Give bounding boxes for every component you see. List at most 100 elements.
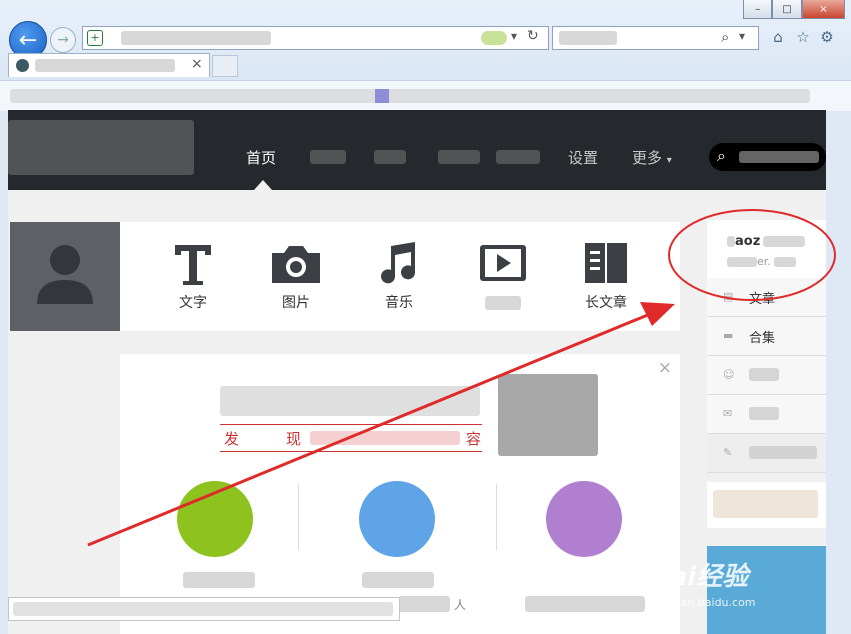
favorites-bar <box>0 80 851 111</box>
browser-tab[interactable]: × <box>8 53 210 77</box>
avatar[interactable] <box>10 222 120 331</box>
recommendation-card: × 发 现 容 人 <box>120 354 680 634</box>
refresh-icon[interactable]: ↻ <box>527 28 539 44</box>
headline-redacted <box>310 431 460 445</box>
search-icon[interactable]: ⌕ <box>721 28 729 46</box>
sidebar-item-label: 合集 <box>749 331 776 346</box>
people-icon: ☺ <box>723 368 735 381</box>
sidebar-item-collections[interactable]: ▬ 合集 <box>707 317 826 356</box>
search-placeholder-redacted <box>739 151 819 163</box>
nav-settings[interactable]: 设置 <box>568 147 598 168</box>
user-sidebar: aoz er. ▤ 文章 ▬ 合集 ☺ ✉ ✎ <box>707 220 826 473</box>
user-name: aoz <box>727 234 806 249</box>
close-window-button[interactable]: × <box>801 0 845 19</box>
search-dropdown-icon[interactable]: ▾ <box>739 29 745 43</box>
nav-home[interactable]: 首页 <box>246 147 276 168</box>
post-type-text[interactable]: 文字 <box>158 238 228 312</box>
caption-redacted <box>398 596 450 612</box>
user-sub-fragment: er. <box>757 255 771 268</box>
headline-fragment: 现 <box>286 430 302 448</box>
nav-item-redacted[interactable] <box>438 150 480 164</box>
security-shield-icon[interactable]: + <box>87 30 103 46</box>
nav-more[interactable]: 更多 ▾ <box>632 147 672 168</box>
card-headline: 发 现 容 <box>220 424 482 452</box>
maximize-button[interactable]: □ <box>772 0 802 19</box>
forward-arrow-icon[interactable]: → <box>50 27 76 53</box>
post-type-music[interactable]: 音乐 <box>364 238 434 312</box>
site-search-input[interactable]: ⌕ <box>709 143 826 171</box>
caption-redacted <box>525 596 645 612</box>
status-text-redacted <box>13 602 393 616</box>
video-play-icon <box>468 238 538 288</box>
headline-fragment: 容 <box>466 430 482 448</box>
close-tab-icon[interactable]: × <box>191 56 203 72</box>
post-type-label: 长文章 <box>585 295 627 311</box>
post-type-photo[interactable]: 图片 <box>261 238 331 312</box>
close-icon[interactable]: × <box>658 358 672 378</box>
browser-search-field[interactable]: ⌕ ▾ <box>552 26 759 50</box>
home-icon[interactable]: ⌂ <box>769 28 787 46</box>
favicon-icon <box>16 59 29 72</box>
post-type-label: 图片 <box>282 295 310 311</box>
status-bar <box>8 597 400 621</box>
divider <box>298 484 299 550</box>
sidebar-item-redacted-1[interactable]: ☺ <box>707 356 826 395</box>
qr-code-redacted <box>498 374 598 456</box>
post-type-label: 文字 <box>179 295 207 311</box>
tab-title-redacted <box>35 59 175 72</box>
widget-redacted <box>713 490 818 518</box>
purple-circle-icon[interactable] <box>546 481 622 557</box>
chevron-down-icon: ▾ <box>666 155 672 166</box>
sidebar-label-redacted <box>749 446 817 459</box>
user-info[interactable]: aoz er. <box>707 220 826 279</box>
dropdown-icon[interactable]: ▾ <box>511 29 517 43</box>
new-tab-button[interactable] <box>212 55 238 77</box>
post-type-video[interactable] <box>468 238 538 310</box>
post-type-long-article[interactable]: 长文章 <box>571 238 641 312</box>
favorite-item-icon[interactable] <box>375 89 389 103</box>
nav-more-label: 更多 <box>632 149 663 167</box>
top-navigation: 首页 设置 更多 ▾ ⌕ <box>8 110 826 190</box>
nav-item-redacted[interactable] <box>496 150 540 164</box>
divider <box>496 484 497 550</box>
camera-icon <box>261 238 331 288</box>
user-subtitle: er. <box>727 255 796 268</box>
search-engine-redacted <box>559 31 617 45</box>
music-note-icon <box>364 238 434 288</box>
favorites-redacted <box>10 89 810 103</box>
window-controls: – □ × <box>743 0 845 20</box>
nav-item-redacted[interactable] <box>374 150 406 164</box>
watermark-sub: jingyan.baidu.com <box>654 596 756 609</box>
post-type-bar: 文字 图片 音乐 长文章 <box>10 222 680 331</box>
address-bar[interactable]: + ▾ ↻ <box>82 26 549 50</box>
nav-item-redacted[interactable] <box>310 150 346 164</box>
sidebar-widget[interactable] <box>707 482 826 528</box>
caption-redacted <box>362 572 434 588</box>
compat-icon[interactable] <box>481 31 507 45</box>
caption-redacted <box>183 572 255 588</box>
site-logo-redacted[interactable] <box>8 120 194 175</box>
minimize-button[interactable]: – <box>743 0 773 19</box>
card-headline-redacted <box>220 386 480 416</box>
sidebar-item-label: 文章 <box>749 292 776 307</box>
post-type-label-redacted <box>485 296 521 310</box>
sidebar-label-redacted <box>749 368 779 381</box>
sidebar-item-articles[interactable]: ▤ 文章 <box>707 278 826 317</box>
browser-chrome: – □ × ← → + ▾ ↻ ⌕ ▾ ⌂ ☆ ⚙ × <box>0 0 851 111</box>
favorites-star-icon[interactable]: ☆ <box>794 28 812 46</box>
long-article-icon <box>571 238 641 288</box>
headline-fragment: 发 <box>224 430 240 448</box>
watermark-text: Bai经验 <box>650 562 749 592</box>
address-url-redacted <box>121 31 271 45</box>
blue-circle-icon[interactable] <box>359 481 435 557</box>
sidebar-label-redacted <box>749 407 779 420</box>
sidebar-item-redacted-3[interactable]: ✎ <box>707 434 826 473</box>
article-list-icon: ▤ <box>723 290 734 303</box>
sidebar-item-redacted-2[interactable]: ✉ <box>707 395 826 434</box>
active-nav-indicator <box>254 180 272 190</box>
settings-gear-icon[interactable]: ⚙ <box>818 28 836 46</box>
user-name-fragment: aoz <box>735 234 761 249</box>
post-type-label: 音乐 <box>385 295 413 311</box>
caption-fragment: 人 <box>454 598 467 612</box>
green-circle-icon[interactable] <box>177 481 253 557</box>
